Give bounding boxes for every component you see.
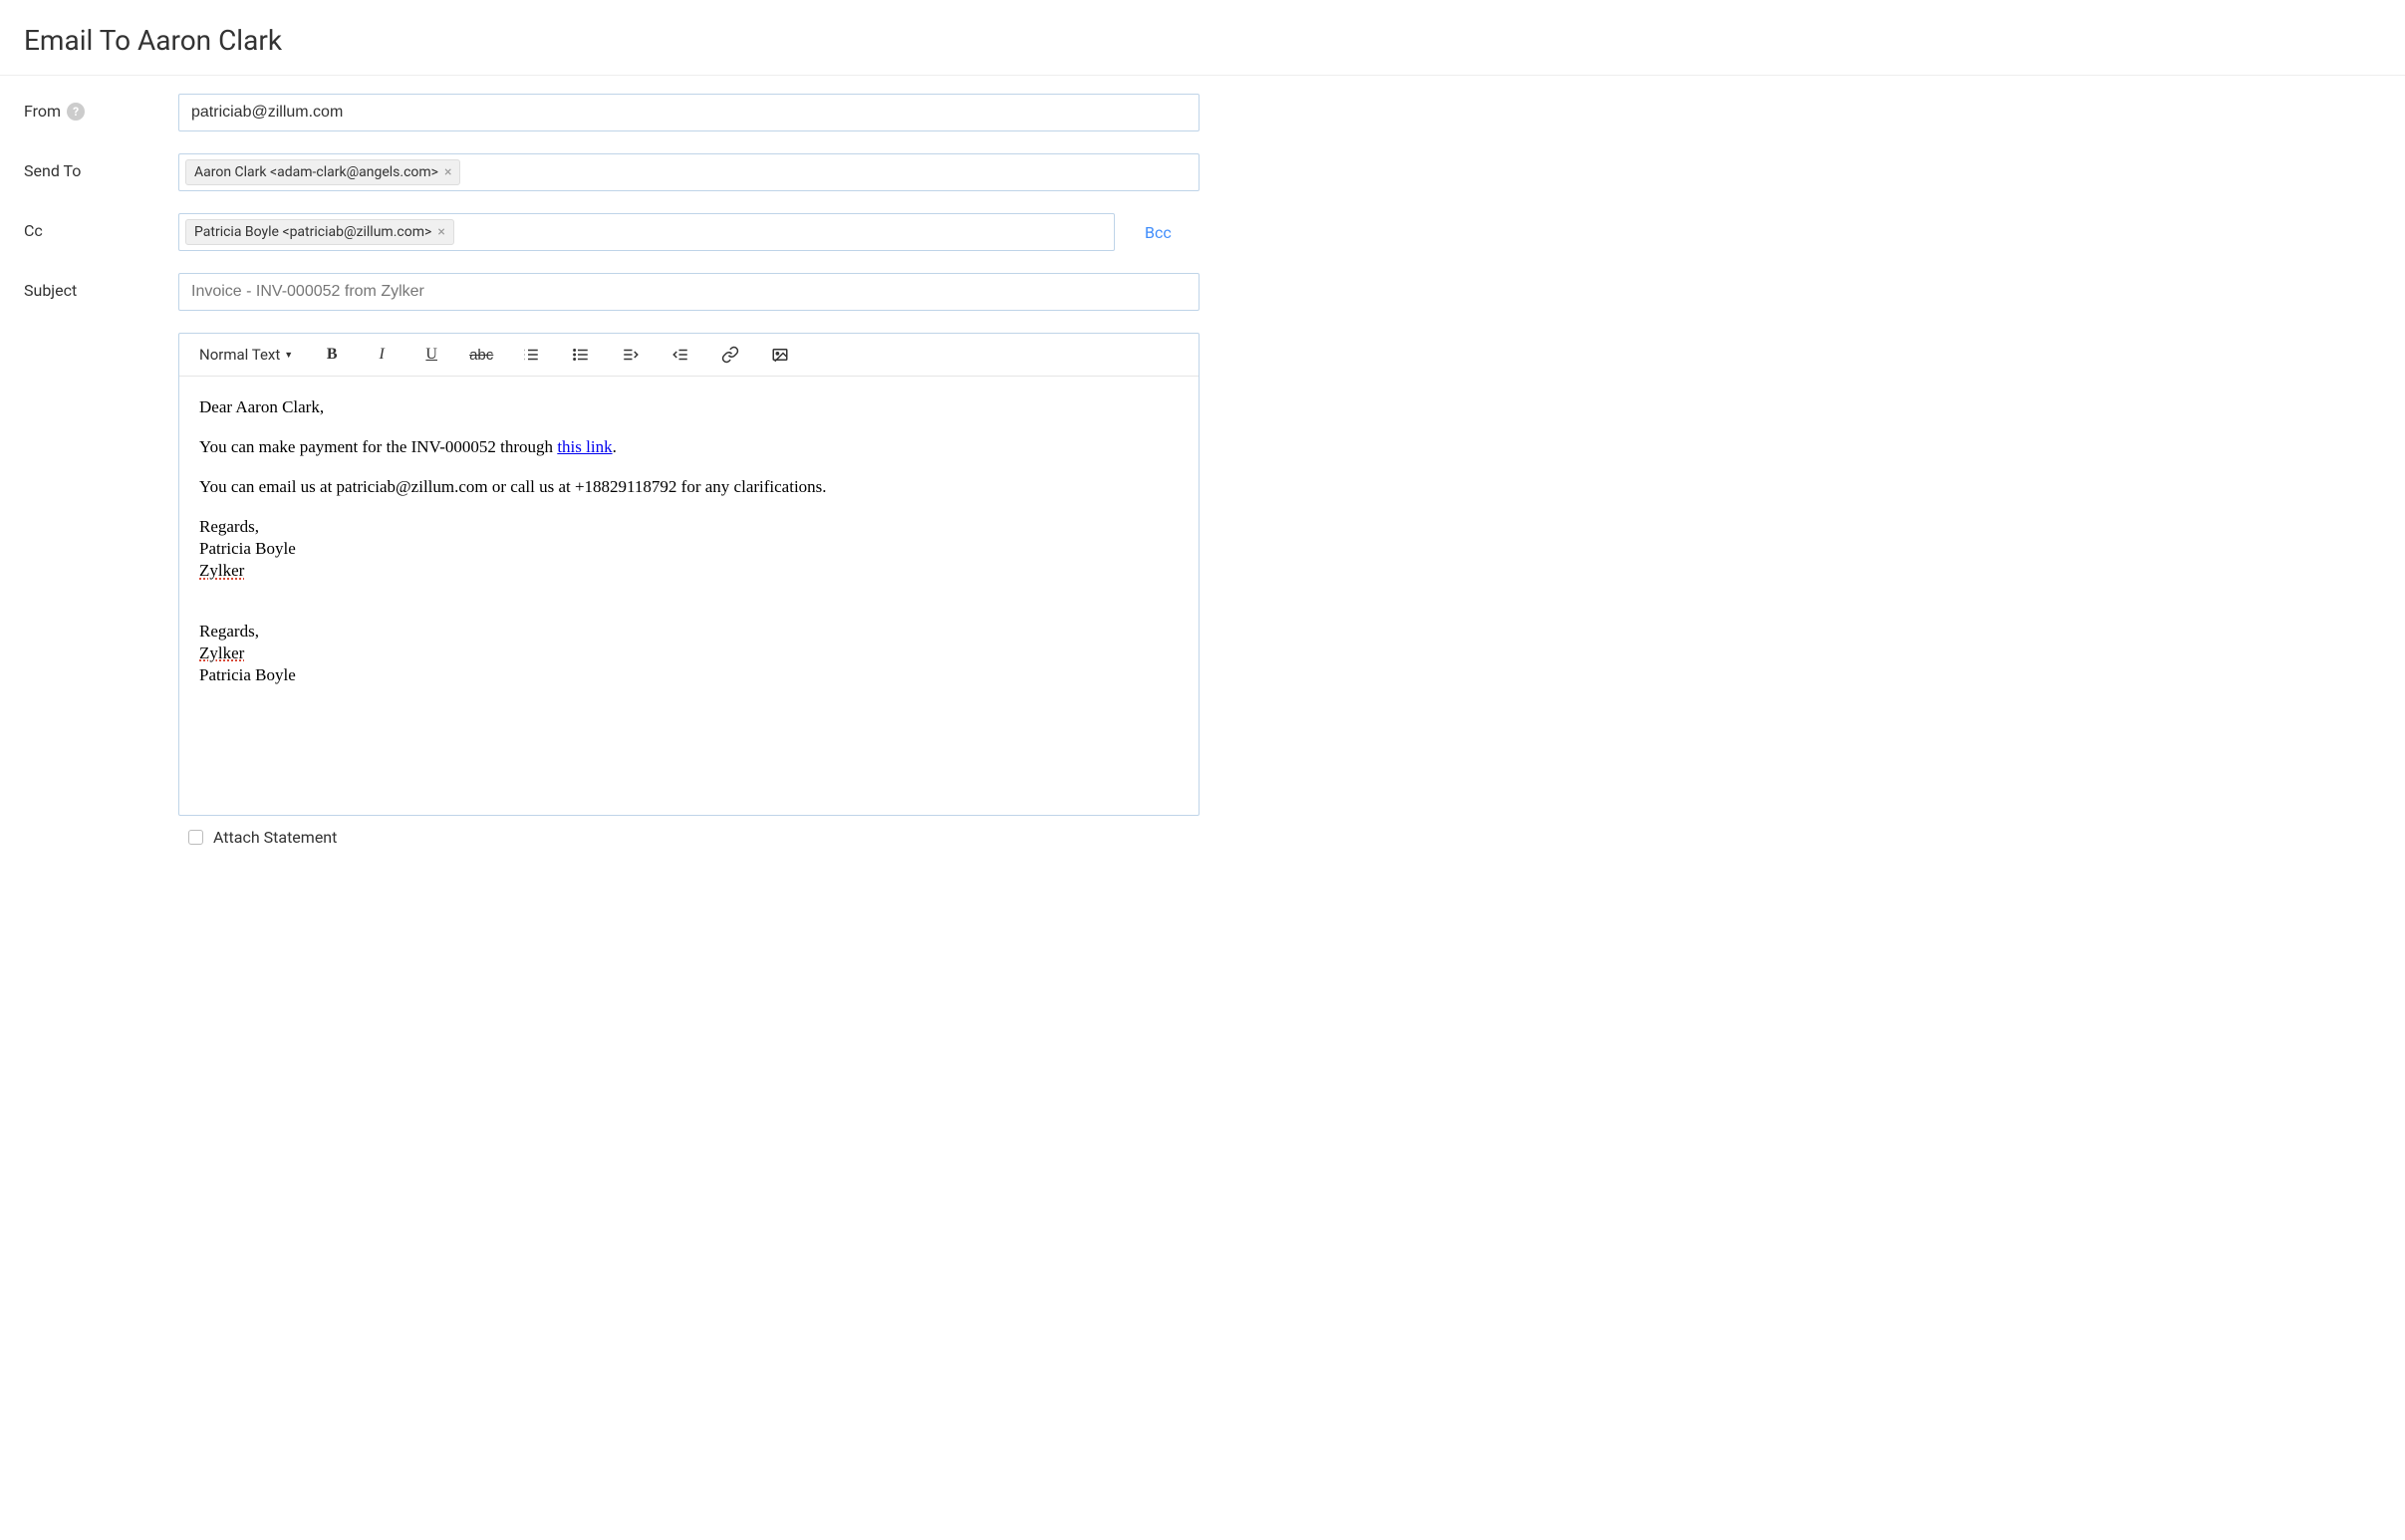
attach-checkbox[interactable] — [188, 830, 203, 845]
sig1-name: Patricia Boyle — [199, 538, 1179, 560]
label-cc: Cc — [24, 213, 178, 240]
underline-button[interactable]: U — [420, 344, 442, 366]
body-line1: You can make payment for the INV-000052 … — [199, 436, 1179, 458]
field-editor: Normal Text ▼ B I U abc — [178, 333, 1200, 859]
sig2-regards: Regards, — [199, 621, 1179, 642]
payment-link[interactable]: this link — [557, 437, 612, 456]
ordered-list-icon[interactable] — [520, 344, 542, 366]
label-editor-spacer — [24, 333, 178, 341]
close-icon[interactable]: × — [437, 225, 444, 239]
sig2-company-text: Zylker — [199, 643, 244, 662]
editor-body[interactable]: Dear Aaron Clark, You can make payment f… — [179, 377, 1199, 815]
body-line1b: . — [613, 437, 617, 456]
image-icon[interactable] — [769, 344, 791, 366]
bold-button[interactable]: B — [321, 344, 343, 366]
sig2-company: Zylker — [199, 642, 1179, 664]
sig1-regards: Regards, — [199, 516, 1179, 538]
sendto-input[interactable]: Aaron Clark <adam-clark@angels.com> × — [178, 153, 1200, 191]
bcc-link[interactable]: Bcc — [1115, 215, 1172, 250]
help-icon[interactable]: ? — [67, 103, 85, 121]
signature-block-2: Regards, Zylker Patricia Boyle — [199, 621, 1179, 686]
editor-container: Normal Text ▼ B I U abc — [178, 333, 1200, 816]
from-input[interactable] — [178, 94, 1200, 131]
field-subject — [178, 273, 1200, 311]
row-sendto: Send To Aaron Clark <adam-clark@angels.c… — [24, 153, 2381, 191]
link-icon[interactable] — [719, 344, 741, 366]
subject-input[interactable] — [178, 273, 1200, 311]
page-title: Email To Aaron Clark — [24, 24, 2381, 57]
cc-input[interactable]: Patricia Boyle <patriciab@zillum.com> × — [178, 213, 1115, 251]
sig1-company: Zylker — [199, 560, 1179, 582]
italic-button[interactable]: I — [371, 344, 393, 366]
recipient-chip: Aaron Clark <adam-clark@angels.com> × — [185, 159, 460, 185]
recipient-chip-text: Aaron Clark <adam-clark@angels.com> — [194, 164, 438, 180]
cc-chip: Patricia Boyle <patriciab@zillum.com> × — [185, 219, 454, 245]
chevron-down-icon: ▼ — [284, 350, 293, 361]
sig1-company-text: Zylker — [199, 561, 244, 580]
row-cc: Cc Patricia Boyle <patriciab@zillum.com>… — [24, 213, 2381, 251]
attach-row: Attach Statement — [178, 816, 1200, 859]
indent-decrease-icon[interactable] — [669, 344, 691, 366]
label-from: From ? — [24, 94, 178, 121]
editor-toolbar: Normal Text ▼ B I U abc — [179, 334, 1199, 377]
attach-label: Attach Statement — [213, 828, 337, 847]
unordered-list-icon[interactable] — [570, 344, 592, 366]
cc-chip-text: Patricia Boyle <patriciab@zillum.com> — [194, 224, 431, 240]
close-icon[interactable]: × — [444, 165, 451, 179]
field-cc: Patricia Boyle <patriciab@zillum.com> × — [178, 213, 1115, 251]
body-line2: You can email us at patriciab@zillum.com… — [199, 476, 1179, 498]
field-from — [178, 94, 1200, 131]
label-subject: Subject — [24, 273, 178, 300]
email-form: From ? Send To Aaron Clark <adam-clark@a… — [0, 76, 2405, 898]
sig2-name: Patricia Boyle — [199, 664, 1179, 686]
indent-increase-icon[interactable] — [620, 344, 642, 366]
page-header: Email To Aaron Clark — [0, 0, 2405, 76]
field-sendto: Aaron Clark <adam-clark@angels.com> × — [178, 153, 1200, 191]
label-from-text: From — [24, 102, 61, 121]
row-subject: Subject — [24, 273, 2381, 311]
row-from: From ? — [24, 94, 2381, 131]
row-editor: Normal Text ▼ B I U abc — [24, 333, 2381, 859]
signature-block-1: Regards, Patricia Boyle Zylker — [199, 516, 1179, 582]
body-line1a: You can make payment for the INV-000052 … — [199, 437, 557, 456]
strikethrough-button[interactable]: abc — [470, 344, 492, 366]
label-sendto: Send To — [24, 153, 178, 180]
format-dropdown-label: Normal Text — [199, 346, 280, 364]
format-dropdown[interactable]: Normal Text ▼ — [199, 346, 293, 364]
body-greeting: Dear Aaron Clark, — [199, 396, 1179, 418]
